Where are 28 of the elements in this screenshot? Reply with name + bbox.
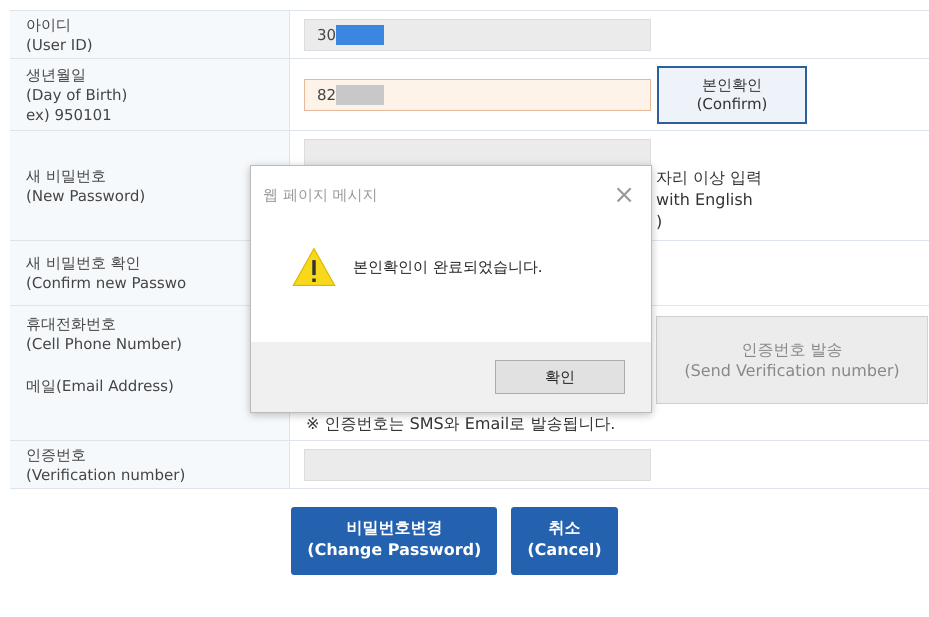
field-label: (Day of Birth) bbox=[26, 84, 128, 104]
text-field[interactable]: 82 bbox=[304, 78, 651, 110]
text-field[interactable]: 30 bbox=[304, 18, 651, 50]
dialog-title: 웹 페이지 메시지 bbox=[263, 186, 378, 204]
cancel-button[interactable]: 취소 (Cancel) bbox=[511, 507, 618, 575]
notice-text: ※ 인증번호는 SMS와 Email로 발송됩니다. bbox=[306, 414, 616, 435]
field-label: 메일(Email Address) bbox=[26, 376, 174, 396]
text-field[interactable] bbox=[304, 448, 651, 480]
field-label: 생년월일 bbox=[26, 64, 86, 84]
field-label: (Cell Phone Number) bbox=[26, 334, 182, 354]
hint-text: with English bbox=[656, 189, 753, 211]
field-label: 새 비밀번호 확인 bbox=[26, 253, 141, 273]
field-label: 아이디 bbox=[26, 14, 71, 34]
field-label: 새 비밀번호 bbox=[26, 166, 106, 186]
hint-text: ) bbox=[656, 211, 662, 233]
confirm-button[interactable]: 본인확인 (Confirm) bbox=[657, 66, 807, 124]
field-label: 인증번호 bbox=[26, 444, 86, 464]
dialog-message: 본인확인이 완료되었습니다. bbox=[353, 258, 543, 276]
field-label: (Verification number) bbox=[26, 464, 186, 484]
field-label: (User ID) bbox=[26, 34, 93, 54]
field-label: ex) 950101 bbox=[26, 104, 112, 124]
hint-text: 자리 이상 입력 bbox=[656, 167, 762, 189]
field-label: (New Password) bbox=[26, 186, 146, 206]
ok-button[interactable]: 확인 bbox=[495, 360, 625, 394]
field-label: (Confirm new Passwo bbox=[26, 273, 186, 293]
warning-icon bbox=[291, 246, 337, 288]
field-label: 휴대전화번호 bbox=[26, 314, 116, 334]
change-password-button[interactable]: 비밀번호변경 (Change Password) bbox=[291, 507, 498, 575]
